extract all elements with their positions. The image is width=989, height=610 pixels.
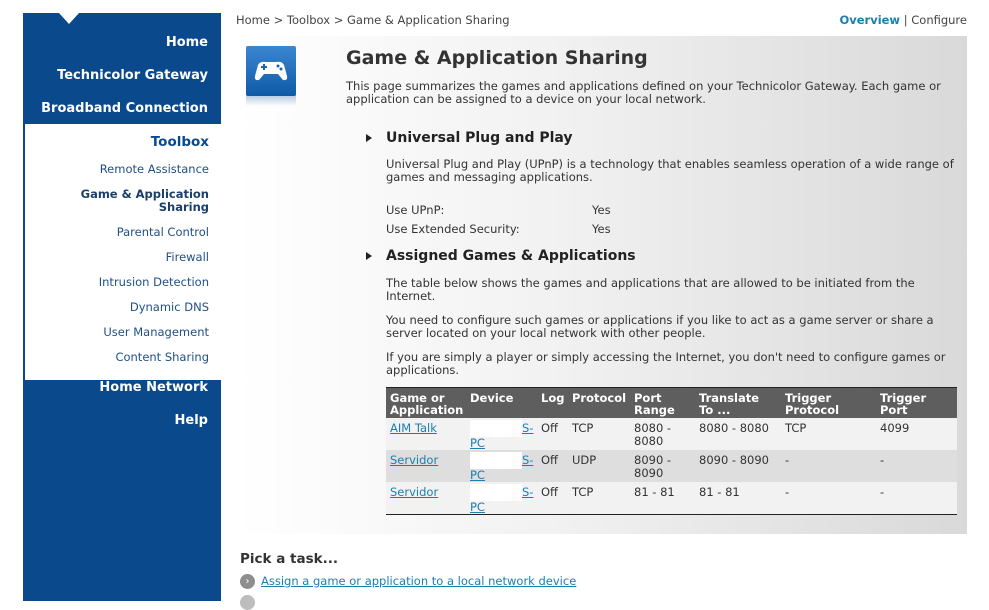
header-device: Device — [470, 391, 514, 405]
toolbox-item-firewall[interactable]: Firewall — [166, 251, 209, 264]
header-trigger-port: Trigger Port — [880, 391, 927, 417]
toolbox-panel: Toolbox Remote Assistance Game & Applica… — [25, 124, 221, 380]
nav-broadband-connection[interactable]: Broadband Connection — [41, 101, 208, 116]
sidebar: Home Technicolor Gateway Broadband Conne… — [23, 13, 221, 601]
device-link[interactable]: S- PC — [470, 452, 534, 482]
chevron-right-icon — [240, 595, 255, 610]
header-translate-to: Translate To ... — [699, 391, 760, 417]
trigger-port-cell: - — [880, 485, 885, 499]
log-cell: Off — [541, 485, 558, 499]
assigned-paragraph-2: You need to configure such games or appl… — [386, 313, 934, 340]
trigger-port-cell: 4099 — [880, 421, 910, 435]
header-protocol: Protocol — [572, 391, 627, 405]
nav-home-network[interactable]: Home Network — [99, 380, 208, 395]
protocol-cell: UDP — [572, 453, 597, 467]
device-link-part: S- — [522, 421, 534, 435]
translate-cell: 8090 - 8090 — [699, 453, 769, 467]
device-link-part: PC — [470, 436, 485, 450]
game-link[interactable]: Servidor — [390, 486, 438, 499]
translate-cell: 81 - 81 — [699, 485, 740, 499]
protocol-cell: TCP — [572, 421, 594, 435]
configure-link[interactable]: Configure — [911, 13, 967, 27]
nav-toolbox[interactable]: Toolbox — [151, 134, 209, 150]
toolbox-item-user-management[interactable]: User Management — [103, 326, 209, 339]
redacted-block — [470, 452, 522, 469]
breadcrumb-toolbox[interactable]: Toolbox — [287, 13, 330, 27]
trigger-protocol-cell: - — [785, 485, 790, 499]
use-upnp-label: Use UPnP: — [386, 203, 445, 217]
toolbox-item-remote-assistance[interactable]: Remote Assistance — [100, 163, 209, 176]
icon-reflection — [246, 94, 296, 106]
toolbox-item-content-sharing[interactable]: Content Sharing — [115, 351, 209, 364]
nav-help[interactable]: Help — [175, 413, 208, 428]
breadcrumb-current: Game & Application Sharing — [347, 13, 510, 27]
trigger-port-cell: - — [880, 453, 885, 467]
device-link[interactable]: S- PC — [470, 484, 534, 514]
view-switcher: Overview | Configure — [839, 13, 967, 27]
intro-text: This page summarizes the games and appli… — [346, 79, 941, 106]
device-link[interactable]: S- PC — [470, 420, 534, 450]
table-header: Game or Application Device Log Protocol … — [386, 388, 957, 418]
translate-cell: 8080 - 8080 — [699, 421, 769, 435]
header-log: Log — [541, 391, 565, 405]
assigned-paragraph-1: The table below shows the games and appl… — [386, 276, 915, 303]
breadcrumb-separator: > — [273, 13, 284, 27]
toolbox-item-intrusion-detection[interactable]: Intrusion Detection — [99, 276, 209, 289]
breadcrumb-home[interactable]: Home — [236, 13, 270, 27]
table-row: Servidor S- PC Off TCP 81 - 81 81 - 81 - … — [386, 482, 957, 514]
table-row: Servidor S- PC Off UDP 8090 - 8090 8090 -… — [386, 450, 957, 482]
upnp-section-title: Universal Plug and Play — [386, 130, 573, 146]
assigned-section-title: Assigned Games & Applications — [386, 248, 636, 264]
trigger-protocol-cell: TCP — [785, 421, 807, 435]
task-item[interactable]: › Assign a game or application to a local… — [240, 574, 576, 589]
upnp-description: Universal Plug and Play (UPnP) is a tech… — [386, 157, 954, 184]
log-cell: Off — [541, 421, 558, 435]
extended-security-value: Yes — [592, 222, 611, 236]
protocol-cell: TCP — [572, 485, 594, 499]
toolbox-item-game-application-sharing[interactable]: Game & Application Sharing — [81, 188, 209, 214]
device-link-part: S- — [522, 453, 534, 467]
content-panel: Game & Application Sharing This page sum… — [236, 36, 967, 534]
gamepad-icon — [246, 46, 296, 96]
games-table: Game or Application Device Log Protocol … — [386, 387, 957, 515]
task-link-assign-game[interactable]: Assign a game or application to a local … — [261, 574, 576, 588]
chevron-right-icon: › — [240, 574, 255, 589]
device-link-part: S- — [522, 485, 534, 499]
trigger-protocol-cell: - — [785, 453, 790, 467]
nav-technicolor-gateway[interactable]: Technicolor Gateway — [57, 68, 208, 83]
triangle-right-icon — [366, 134, 372, 142]
sidebar-notch — [59, 13, 79, 24]
header-port-range: Port Range — [634, 391, 675, 417]
header-trigger-protocol: Trigger Protocol — [785, 391, 840, 417]
device-link-part: PC — [470, 500, 485, 514]
triangle-right-icon — [366, 252, 372, 260]
extended-security-label: Use Extended Security: — [386, 222, 520, 236]
overview-link[interactable]: Overview — [839, 13, 900, 27]
view-divider: | — [903, 13, 908, 27]
nav-home[interactable]: Home — [166, 35, 208, 50]
toolbox-item-dynamic-dns[interactable]: Dynamic DNS — [130, 301, 209, 314]
breadcrumb: Home > Toolbox > Game & Application Shar… — [236, 13, 510, 27]
toolbox-item-parental-control[interactable]: Parental Control — [117, 226, 209, 239]
task-item-partial — [240, 595, 261, 610]
game-link[interactable]: AIM Talk — [390, 422, 437, 435]
log-cell: Off — [541, 453, 558, 467]
port-range-cell: 8090 - 8090 — [634, 453, 672, 480]
page-title: Game & Application Sharing — [346, 47, 648, 69]
game-link[interactable]: Servidor — [390, 454, 438, 467]
use-upnp-value: Yes — [592, 203, 611, 217]
assigned-paragraph-3: If you are simply a player or simply acc… — [386, 350, 946, 377]
device-link-part: PC — [470, 468, 485, 482]
redacted-block — [470, 420, 522, 437]
redacted-block — [470, 484, 522, 501]
table-row: AIM Talk S- PC Off TCP 8080 - 8080 8080 -… — [386, 418, 957, 450]
port-range-cell: 8080 - 8080 — [634, 421, 672, 448]
port-range-cell: 81 - 81 — [634, 485, 675, 499]
header-game: Game or Application — [390, 391, 464, 417]
pick-task-title: Pick a task... — [240, 551, 338, 567]
breadcrumb-separator: > — [333, 13, 344, 27]
